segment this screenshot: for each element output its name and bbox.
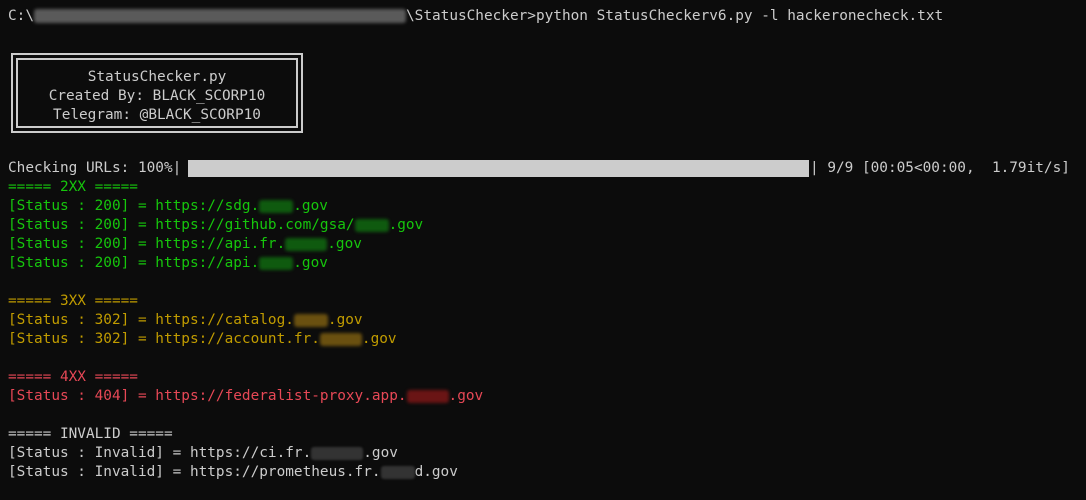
progress-stats: | 9/9 [00:05<00:00, 1.79it/s]: [810, 160, 1070, 176]
redacted-domain: [285, 237, 328, 251]
redacted-domain: [406, 389, 449, 403]
status-row: [Status : 302] = https://catalog. .gov: [8, 311, 363, 330]
status-row-text: [Status : 302] = https://account.fr.: [8, 331, 320, 347]
banner-inner-border: StatusChecker.py Created By: BLACK_SCORP…: [16, 58, 298, 128]
status-row-tld: .gov: [361, 331, 397, 347]
progress-label: Checking URLs: 100%|: [8, 160, 182, 176]
banner-telegram: Telegram: @BLACK_SCORP10: [53, 107, 261, 123]
status-row: [Status : 200] = https://github.com/gsa/…: [8, 216, 423, 235]
status-row-tld: .gov: [363, 445, 398, 461]
terminal-window[interactable]: C:\ \StatusChecker>python StatusCheckerv6…: [0, 0, 1086, 500]
redacted-domain: [319, 332, 362, 346]
redacted-domain: [311, 446, 364, 460]
group-header-4xx: ===== 4XX =====: [8, 369, 138, 385]
command-text: python StatusCheckerv6.py -l hackeronech…: [535, 8, 944, 24]
status-row-tld: .gov: [293, 255, 328, 271]
status-row-tld: .gov: [388, 217, 424, 233]
status-row-tld: .gov: [327, 236, 362, 252]
status-row: [Status : 200] = https://api.fr. .gov: [8, 235, 362, 254]
status-row-tld: d.gov: [414, 464, 458, 480]
banner-title: StatusChecker.py: [87, 69, 227, 85]
command-line: C:\ \StatusChecker>python StatusCheckerv6…: [8, 7, 943, 26]
banner-author: Created By: BLACK_SCORP10: [48, 88, 266, 104]
status-row: [Status : Invalid] = https://ci.fr. .gov: [8, 444, 398, 463]
status-row-text: [Status : 200] = https://sdg.: [8, 198, 260, 214]
command-prefix: C:\: [8, 8, 34, 24]
status-row-tld: .gov: [327, 312, 363, 328]
status-row: [Status : 302] = https://account.fr. .gov: [8, 330, 397, 349]
progress-bar: [188, 160, 809, 177]
status-row-text: [Status : 200] = https://github.com/gsa/: [8, 217, 355, 233]
redacted-domain: [259, 256, 294, 270]
status-row: [Status : Invalid] = https://prometheus.…: [8, 463, 458, 482]
redacted-domain: [380, 465, 415, 479]
status-row-text: [Status : Invalid] = https://prometheus.…: [8, 464, 381, 480]
redacted-domain: [259, 199, 294, 213]
status-row: [Status : 200] = https://sdg. .gov: [8, 197, 328, 216]
status-row-text: [Status : Invalid] = https://ci.fr.: [8, 445, 312, 461]
command-path-suffix: \StatusChecker>: [406, 8, 536, 24]
group-header-invalid: ===== INVALID =====: [8, 426, 173, 442]
redacted-path: [34, 9, 406, 23]
redacted-domain: [354, 218, 389, 232]
status-row-tld: .gov: [293, 198, 328, 214]
progress-bar-fill: [188, 160, 809, 177]
status-row: [Status : 404] = https://federalist-prox…: [8, 387, 483, 406]
status-row-tld: .gov: [448, 388, 484, 404]
banner-box: StatusChecker.py Created By: BLACK_SCORP…: [11, 53, 303, 133]
status-row-text: [Status : 302] = https://catalog.: [8, 312, 294, 328]
status-row-text: [Status : 404] = https://federalist-prox…: [8, 388, 407, 404]
group-header-3xx: ===== 3XX =====: [8, 293, 138, 309]
group-header-2xx: ===== 2XX =====: [8, 179, 138, 195]
redacted-domain: [293, 313, 328, 327]
status-row-text: [Status : 200] = https://api.fr.: [8, 236, 286, 252]
status-row-text: [Status : 200] = https://api.: [8, 255, 260, 271]
status-row: [Status : 200] = https://api. .gov: [8, 254, 328, 273]
